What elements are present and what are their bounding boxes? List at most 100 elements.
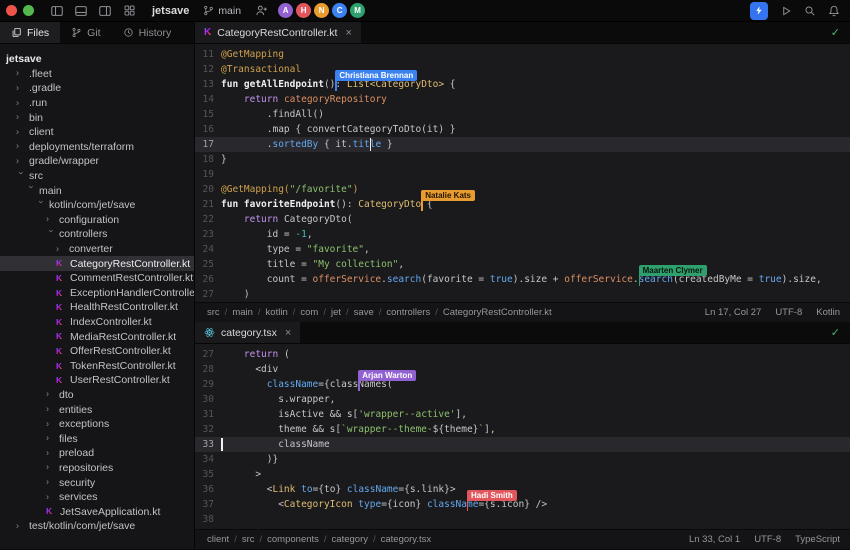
tab-category-tsx[interactable]: category.tsx ×	[195, 322, 300, 343]
search-button[interactable]	[804, 5, 816, 17]
invite-collaborator-button[interactable]	[255, 4, 268, 17]
chevron-icon[interactable]: ›	[16, 113, 26, 122]
tree-folder[interactable]: ›security	[0, 475, 194, 490]
tree-folder[interactable]: ›controllers	[0, 227, 194, 242]
code-line[interactable]: 17 .sortedBy { it.title }	[195, 137, 850, 152]
tree-folder[interactable]: ›exceptions	[0, 417, 194, 432]
toggle-left-panel-button[interactable]	[50, 4, 64, 18]
code-line[interactable]: 11@GetMapping	[195, 47, 850, 62]
chevron-icon[interactable]: ›	[16, 69, 26, 78]
code-editor-kotlin[interactable]: 11@GetMapping12@Transactional13fun getAl…	[195, 44, 850, 302]
tree-file[interactable]: KIndexController.kt	[0, 315, 194, 330]
caret-position[interactable]: Ln 17, Col 27	[705, 307, 762, 318]
code-line[interactable]: 19	[195, 167, 850, 182]
fullscreen-button[interactable]	[23, 5, 34, 16]
code-editor-tsx[interactable]: 27 return (28 <div29 className={classNam…	[195, 344, 850, 529]
tree-folder[interactable]: ›repositories	[0, 461, 194, 476]
code-line[interactable]: 37 <CategoryIcon type={icon} className={…	[195, 497, 850, 512]
chevron-icon[interactable]: ›	[16, 142, 26, 151]
tree-file[interactable]: KCommentRestController.kt	[0, 271, 194, 286]
code-line[interactable]: 22 return CategoryDto(	[195, 212, 850, 227]
toggle-right-panel-button[interactable]	[98, 4, 112, 18]
breadcrumb-item[interactable]: category.tsx	[381, 534, 432, 545]
close-icon[interactable]: ×	[345, 27, 351, 39]
breadcrumb-item[interactable]: com	[300, 307, 318, 318]
breadcrumb-item[interactable]: main	[232, 307, 253, 318]
tree-folder[interactable]: ›src	[0, 169, 194, 184]
tree-folder[interactable]: ›files	[0, 431, 194, 446]
tree-file[interactable]: KTokenRestController.kt	[0, 358, 194, 373]
code-line[interactable]: 14 return categoryRepository	[195, 92, 850, 107]
notifications-button[interactable]	[828, 5, 840, 17]
code-line[interactable]: 18}	[195, 152, 850, 167]
language-mode[interactable]: TypeScript	[795, 534, 840, 545]
tree-folder[interactable]: ›bin	[0, 110, 194, 125]
tree-folder[interactable]: ›.gradle	[0, 81, 194, 96]
code-line[interactable]: 23 id = -1,	[195, 227, 850, 242]
tab-history[interactable]: History	[112, 22, 183, 43]
chevron-icon[interactable]: ›	[46, 478, 56, 487]
branch-selector[interactable]: main	[203, 5, 241, 17]
collaborator-avatar[interactable]: N	[314, 3, 329, 18]
tree-folder[interactable]: ›converter	[0, 242, 194, 257]
breadcrumb-item[interactable]: src	[242, 534, 255, 545]
tree-file[interactable]: KJetSaveApplication.kt	[0, 504, 194, 519]
code-line[interactable]: 25 title = "My collection",	[195, 257, 850, 272]
tree-folder[interactable]: ›dto	[0, 388, 194, 403]
chevron-icon[interactable]: ›	[16, 521, 26, 530]
breadcrumb-item[interactable]: jet	[331, 307, 341, 318]
run-button[interactable]	[750, 2, 768, 20]
tree-root[interactable]: jetsave	[0, 52, 194, 67]
tree-folder[interactable]: ›gradle/wrapper	[0, 154, 194, 169]
chevron-icon[interactable]: ›	[16, 127, 26, 136]
breadcrumb-item[interactable]: category	[332, 534, 368, 545]
tab-files[interactable]: Files	[0, 22, 60, 43]
close-icon[interactable]: ×	[285, 327, 291, 339]
chevron-icon[interactable]: ›	[46, 390, 56, 399]
breadcrumb-item[interactable]: kotlin	[266, 307, 288, 318]
tab-category-rest-controller[interactable]: K CategoryRestController.kt ×	[195, 22, 361, 43]
breadcrumb-item[interactable]: components	[267, 534, 319, 545]
tree-folder[interactable]: ›.run	[0, 96, 194, 111]
chevron-icon[interactable]: ›	[46, 448, 56, 457]
code-line[interactable]: 20@GetMapping("/favorite")	[195, 182, 850, 197]
tab-git[interactable]: Git	[60, 22, 111, 43]
code-line[interactable]: 27 return (	[195, 347, 850, 362]
tree-folder[interactable]: ›main	[0, 183, 194, 198]
tree-file[interactable]: KUserRestController.kt	[0, 373, 194, 388]
chevron-icon[interactable]: ›	[46, 492, 56, 501]
code-line[interactable]: 15 .findAll()	[195, 107, 850, 122]
breadcrumb-item[interactable]: controllers	[386, 307, 430, 318]
tree-file[interactable]: KExceptionHandlerController.kt	[0, 286, 194, 301]
collaborator-avatar[interactable]: C	[332, 3, 347, 18]
language-mode[interactable]: Kotlin	[816, 307, 840, 318]
breadcrumb-item[interactable]: src	[207, 307, 220, 318]
tree-folder[interactable]: ›preload	[0, 446, 194, 461]
tree-file[interactable]: KMediaRestController.kt	[0, 329, 194, 344]
breadcrumb-item[interactable]: CategoryRestController.kt	[443, 307, 552, 318]
code-line[interactable]: 36 <Link to={to} className={s.link}>	[195, 482, 850, 497]
encoding[interactable]: UTF-8	[754, 534, 781, 545]
code-line[interactable]: 12@Transactional	[195, 62, 850, 77]
code-line[interactable]: 27 )	[195, 287, 850, 302]
caret-position[interactable]: Ln 33, Col 1	[689, 534, 740, 545]
chevron-icon[interactable]: ›	[17, 171, 26, 181]
play-button[interactable]	[780, 5, 792, 17]
code-line[interactable]: 16 .map { convertCategoryToDto(it) }	[195, 122, 850, 137]
tree-folder[interactable]: ›client	[0, 125, 194, 140]
chevron-icon[interactable]: ›	[27, 186, 36, 196]
encoding[interactable]: UTF-8	[775, 307, 802, 318]
code-line[interactable]: 30 s.wrapper,	[195, 392, 850, 407]
tree-file[interactable]: KHealthRestController.kt	[0, 300, 194, 315]
chevron-icon[interactable]: ›	[16, 98, 26, 107]
chevron-icon[interactable]: ›	[46, 405, 56, 414]
code-line[interactable]: 32 theme && s[`wrapper--theme-${theme}`]…	[195, 422, 850, 437]
code-line[interactable]: 38	[195, 512, 850, 527]
code-line[interactable]: 21fun favoriteEndpoint(): CategoryDto {N…	[195, 197, 850, 212]
workspace-name[interactable]: jetsave	[152, 5, 189, 17]
tree-folder[interactable]: ›kotlin/com/jet/save	[0, 198, 194, 213]
breadcrumb-item[interactable]: client	[207, 534, 229, 545]
code-line[interactable]: 35 >	[195, 467, 850, 482]
collaborator-avatar[interactable]: M	[350, 3, 365, 18]
collaborator-avatar[interactable]: A	[278, 3, 293, 18]
